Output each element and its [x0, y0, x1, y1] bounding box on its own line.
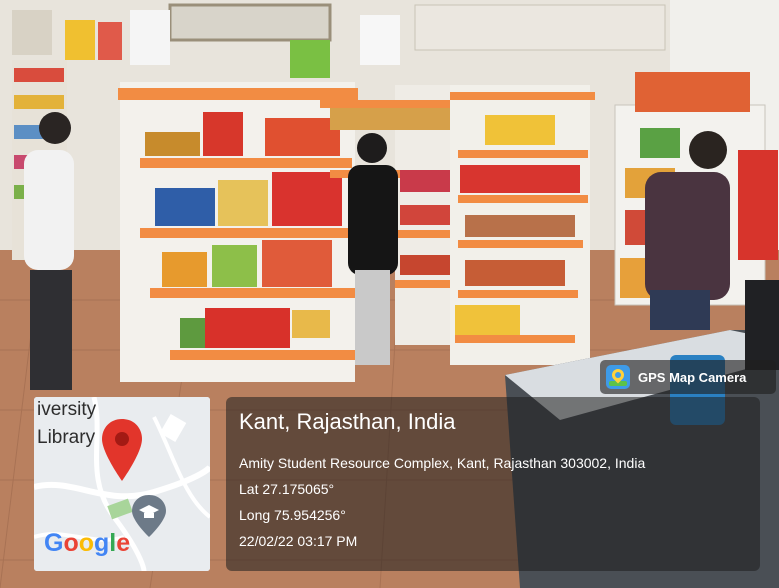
- photo-frame: GPS Map Camera iversity Library Google K…: [0, 0, 779, 588]
- google-logo: Google: [44, 529, 131, 557]
- map-label-university: iversity: [37, 399, 97, 420]
- badge-label: GPS Map Camera: [638, 369, 747, 385]
- window: [168, 3, 332, 42]
- address-line: Amity Student Resource Complex, Kant, Ra…: [239, 455, 646, 471]
- gps-map-camera-badge: GPS Map Camera: [600, 360, 776, 394]
- map-label-library: Library: [37, 427, 96, 448]
- location-title: Kant, Rajasthan, India: [239, 409, 456, 434]
- gps-map-camera-icon: [606, 365, 630, 389]
- latitude-line: Lat 27.175065°: [239, 481, 335, 497]
- monitor: [745, 280, 779, 370]
- location-info-panel: Kant, Rajasthan, India Amity Student Res…: [226, 397, 760, 571]
- longitude-line: Long 75.954256°: [239, 507, 346, 523]
- shopper-left: [24, 112, 74, 390]
- datetime-line: 22/02/22 03:17 PM: [239, 533, 358, 549]
- mini-map: iversity Library Google: [34, 397, 210, 571]
